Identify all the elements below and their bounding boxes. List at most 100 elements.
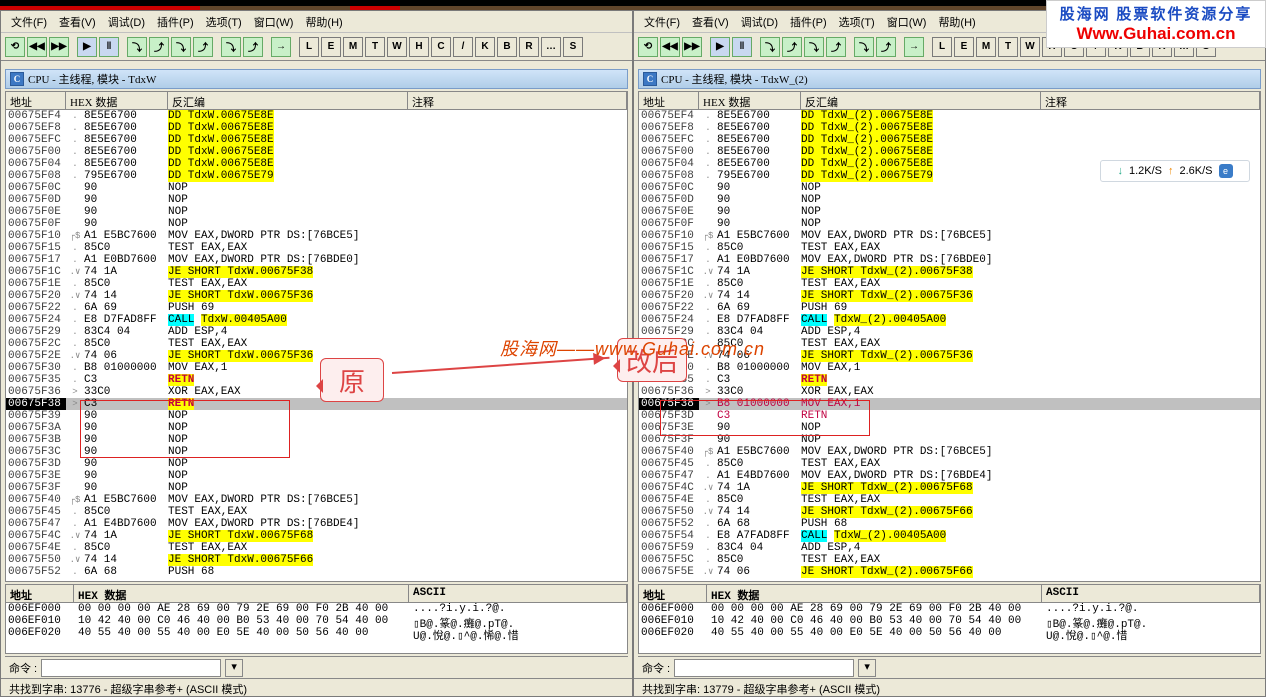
disasm-row[interactable]: 00675F1E.85C0TEST EAX,EAX [639,278,1260,290]
hex-hdr-addr[interactable]: 地址 [639,585,707,602]
toolbar-btn[interactable]: S [563,37,583,57]
hdr-hex[interactable]: HEX 数据 [66,92,168,109]
disasm-row[interactable]: 00675F50.∨74 14JE SHORT TdxW_(2).00675F6… [639,506,1260,518]
menu-item[interactable]: 选项(T) [200,14,248,30]
menu-item[interactable]: 插件(P) [151,14,200,30]
disasm-row[interactable]: 00675F29.83C4 04ADD ESP,4 [639,326,1260,338]
disasm-row[interactable]: 00675F0C90NOP [6,182,627,194]
toolbar-btn[interactable]: → [904,37,924,57]
disasm-row[interactable]: 00675F5C.85C0TEST EAX,EAX [639,554,1260,566]
disasm-row[interactable]: 00675F45.85C0TEST EAX,EAX [6,506,627,518]
disasm-row[interactable]: 00675F4E.85C0TEST EAX,EAX [6,542,627,554]
disasm-row[interactable]: 00675F35.C3RETN [639,374,1260,386]
toolbar-btn[interactable]: ‖ [732,37,752,57]
hdr-addr[interactable]: 地址 [639,92,699,109]
hdr-asm[interactable]: 反汇编 [168,92,408,109]
toolbar-btn[interactable]: ⤴ [193,37,213,57]
toolbar-btn[interactable]: ⤵ [127,37,147,57]
toolbar-btn[interactable]: ◀◀ [660,37,680,57]
cmd-dropdown[interactable]: ▾ [225,659,243,677]
disasm-row[interactable]: 00675F2C.85C0TEST EAX,EAX [639,338,1260,350]
disasm-row[interactable]: 00675F0F90NOP [639,218,1260,230]
toolbar-btn[interactable]: ⤵ [854,37,874,57]
disasm-row[interactable]: 00675EFC.8E5E6700DD TdxW_(2).00675E8E [639,134,1260,146]
toolbar-btn[interactable]: / [453,37,473,57]
disasm-row[interactable]: 00675F24.E8 D7FAD8FFCALL TdxW_(2).00405A… [639,314,1260,326]
toolbar-btn[interactable]: ▶▶ [682,37,702,57]
disasm-row[interactable]: 00675F40┌$A1 E5BC7600MOV EAX,DWORD PTR D… [639,446,1260,458]
hdr-cmt[interactable]: 注释 [408,92,627,109]
toolbar-btn[interactable]: ⤴ [149,37,169,57]
disasm-row[interactable]: 00675F3DC3RETN [639,410,1260,422]
menu-item[interactable]: 窗口(W) [248,14,300,30]
hex-hdr-data[interactable]: HEX 数据 [707,585,1042,602]
toolbar-btn[interactable]: E [954,37,974,57]
cmd-input[interactable] [41,659,221,677]
disasm-row[interactable]: 00675F2E.∨74 06JE SHORT TdxW_(2).00675F3… [639,350,1260,362]
hdr-asm[interactable]: 反汇编 [801,92,1041,109]
disasm-grid[interactable]: 地址 HEX 数据 反汇编 注释 00675EF4.8E5E6700DD Tdx… [5,91,628,582]
disasm-row[interactable]: 00675F3B90NOP [6,434,627,446]
disasm-row[interactable]: 00675F2C.85C0TEST EAX,EAX [6,338,627,350]
disasm-row[interactable]: 00675F24.E8 D7FAD8FFCALL TdxW.00405A00 [6,314,627,326]
toolbar-btn[interactable]: ▶▶ [49,37,69,57]
toolbar-btn[interactable]: ▶ [77,37,97,57]
hex-row[interactable]: 006EF00000 00 00 00 AE 28 69 00 79 2E 69… [6,603,627,615]
toolbar-btn[interactable]: W [387,37,407,57]
toolbar-btn[interactable]: T [365,37,385,57]
toolbar-btn[interactable]: L [932,37,952,57]
disasm-row[interactable]: 00675F38>C3RETN [6,398,627,410]
hex-row[interactable]: 006EF02040 55 40 00 55 40 00 E0 5E 40 00… [639,627,1260,639]
disasm-row[interactable]: 00675F10┌$A1 E5BC7600MOV EAX,DWORD PTR D… [639,230,1260,242]
cmd-dropdown[interactable]: ▾ [858,659,876,677]
toolbar-btn[interactable]: … [541,37,561,57]
disasm-row[interactable]: 00675F15.85C0TEST EAX,EAX [639,242,1260,254]
disasm-row[interactable]: 00675EFC.8E5E6700DD TdxW.00675E8E [6,134,627,146]
disasm-row[interactable]: 00675F04.8E5E6700DD TdxW.00675E8E [6,158,627,170]
menu-item[interactable]: 文件(F) [5,14,53,30]
disasm-row[interactable]: 00675F0E90NOP [6,206,627,218]
hdr-hex[interactable]: HEX 数据 [699,92,801,109]
toolbar-btn[interactable]: C [431,37,451,57]
toolbar-btn[interactable]: B [497,37,517,57]
disasm-row[interactable]: 00675EF8.8E5E6700DD TdxW_(2).00675E8E [639,122,1260,134]
disasm-row[interactable]: 00675F50.∨74 14JE SHORT TdxW.00675F66 [6,554,627,566]
menu-item[interactable]: 帮助(H) [932,14,981,30]
disasm-row[interactable]: 00675F0C90NOP [639,182,1260,194]
disasm-row[interactable]: 00675F0F90NOP [6,218,627,230]
disasm-row[interactable]: 00675F59.83C4 04ADD ESP,4 [639,542,1260,554]
disasm-row[interactable]: 00675F4E.85C0TEST EAX,EAX [639,494,1260,506]
disasm-row[interactable]: 00675F54.E8 A7FAD8FFCALL TdxW_(2).00405A… [639,530,1260,542]
menu-item[interactable]: 查看(V) [53,14,102,30]
toolbar-btn[interactable]: ⤵ [221,37,241,57]
disasm-row[interactable]: 00675F0E90NOP [639,206,1260,218]
toolbar-btn[interactable]: L [299,37,319,57]
disasm-row[interactable]: 00675F5E.∨74 06JE SHORT TdxW_(2).00675F6… [639,566,1260,578]
hex-hdr-ascii[interactable]: ASCII [1042,585,1260,602]
hdr-cmt[interactable]: 注释 [1041,92,1260,109]
disasm-row[interactable]: 00675F1C.∨74 1AJE SHORT TdxW.00675F38 [6,266,627,278]
toolbar-btn[interactable]: ⤴ [243,37,263,57]
toolbar-btn[interactable]: ⤴ [876,37,896,57]
toolbar-btn[interactable]: ▶ [710,37,730,57]
disasm-row[interactable]: 00675F3F90NOP [639,434,1260,446]
disasm-row[interactable]: 00675F3E90NOP [6,470,627,482]
hex-dump[interactable]: 地址 HEX 数据 ASCII 006EF00000 00 00 00 AE 2… [5,584,628,654]
toolbar-btn[interactable]: M [976,37,996,57]
disasm-row[interactable]: 00675F3C90NOP [6,446,627,458]
disasm-row[interactable]: 00675F52.6A 68PUSH 68 [639,518,1260,530]
disasm-row[interactable]: 00675F0D90NOP [6,194,627,206]
toolbar-btn[interactable]: H [409,37,429,57]
menu-item[interactable]: 调试(D) [735,14,784,30]
toolbar-btn[interactable]: ⤵ [171,37,191,57]
disasm-row[interactable]: 00675F17.A1 E0BD7600MOV EAX,DWORD PTR DS… [6,254,627,266]
disasm-row[interactable]: 00675F47.A1 E4BD7600MOV EAX,DWORD PTR DS… [639,470,1260,482]
disasm-row[interactable]: 00675F30.B8 01000000MOV EAX,1 [639,362,1260,374]
disasm-row[interactable]: 00675F1C.∨74 1AJE SHORT TdxW_(2).00675F3… [639,266,1260,278]
disasm-row[interactable]: 00675F3E90NOP [639,422,1260,434]
disasm-row[interactable]: 00675EF4.8E5E6700DD TdxW_(2).00675E8E [639,110,1260,122]
hex-row[interactable]: 006EF01010 42 40 00 C0 46 40 00 B0 53 40… [639,615,1260,627]
toolbar-btn[interactable]: W [1020,37,1040,57]
disasm-row[interactable]: 00675F10┌$A1 E5BC7600MOV EAX,DWORD PTR D… [6,230,627,242]
toolbar-btn[interactable]: K [475,37,495,57]
